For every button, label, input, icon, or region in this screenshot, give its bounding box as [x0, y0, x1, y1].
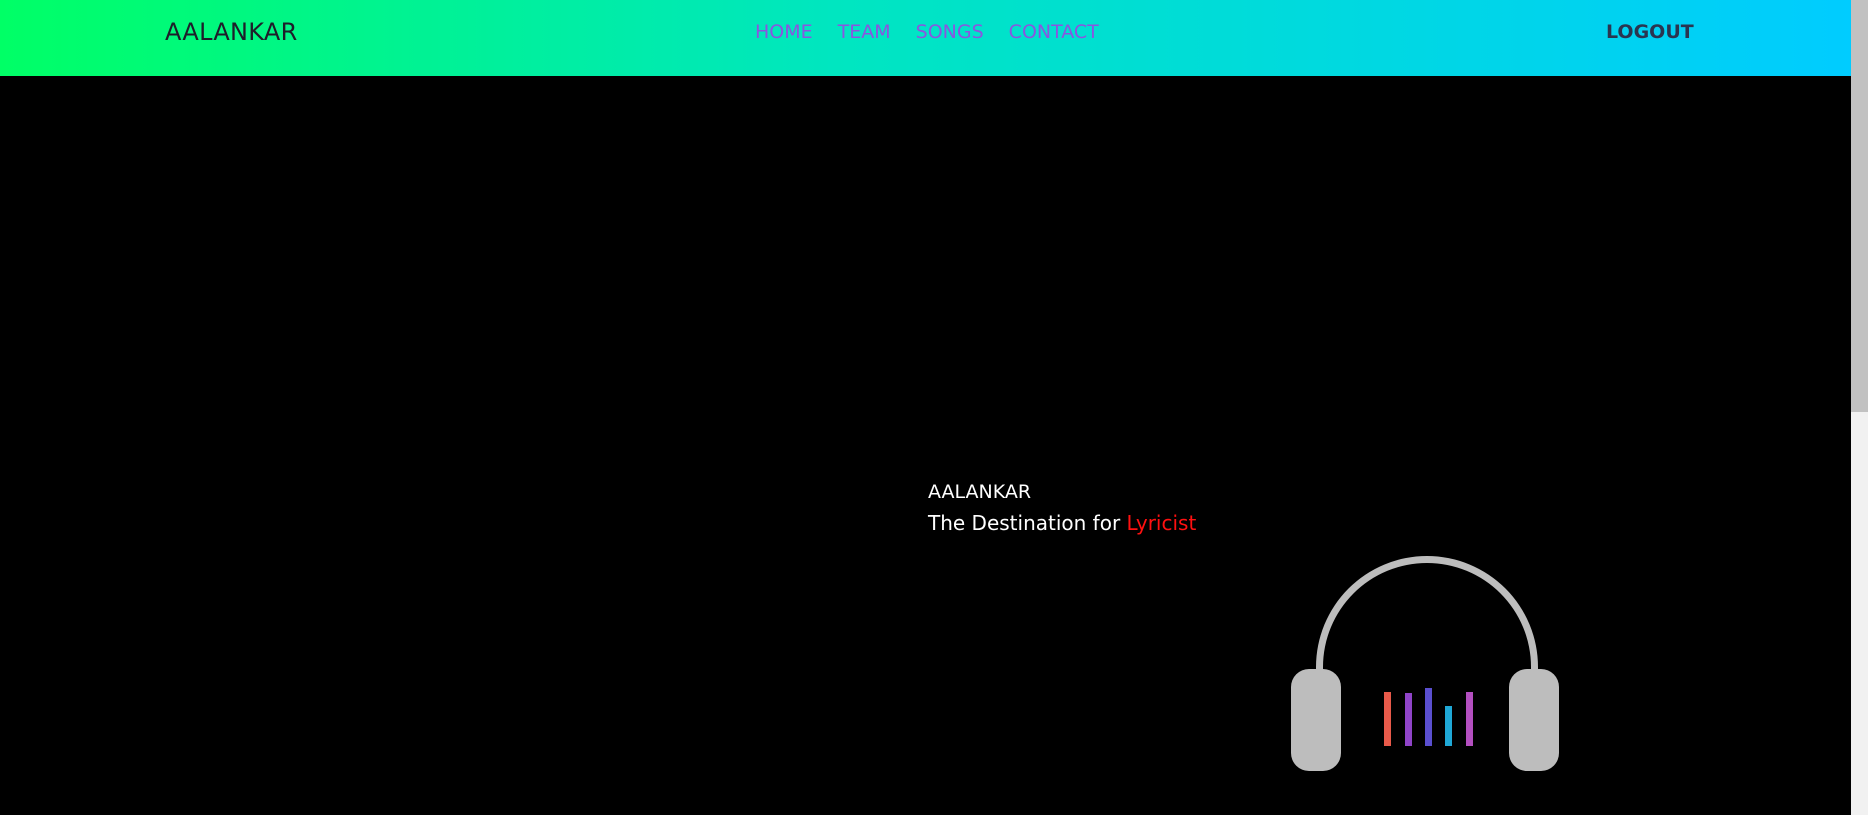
brand-logo[interactable]: AALANKAR: [165, 18, 298, 46]
nav-link-songs[interactable]: SONGS: [916, 21, 984, 43]
nav-links: HOME TEAM SONGS CONTACT: [755, 21, 1099, 43]
hero-tagline-prefix: The Destination for: [928, 511, 1127, 535]
equalizer-bar: [1445, 706, 1452, 746]
page-scrollbar[interactable]: [1851, 0, 1868, 815]
nav-link-team[interactable]: TEAM: [838, 21, 891, 43]
equalizer-bar: [1405, 693, 1412, 746]
headphones-equalizer-icon: [1291, 556, 1559, 771]
equalizer-bar: [1466, 692, 1473, 746]
headphone-right-earcup: [1509, 669, 1559, 771]
scrollbar-thumb[interactable]: [1851, 0, 1868, 412]
nav-link-home[interactable]: HOME: [755, 21, 813, 43]
hero-tagline: The Destination for Lyricist: [928, 511, 1196, 535]
headphone-left-earcup: [1291, 669, 1341, 771]
equalizer-bar: [1384, 692, 1391, 746]
top-navbar: AALANKAR HOME TEAM SONGS CONTACT LOGOUT: [0, 0, 1851, 76]
headphone-band: [1316, 556, 1538, 682]
equalizer-bar: [1425, 688, 1432, 746]
logout-button[interactable]: LOGOUT: [1606, 21, 1694, 43]
hero-title: AALANKAR: [928, 481, 1032, 503]
nav-link-contact[interactable]: CONTACT: [1009, 21, 1099, 43]
hero-tagline-highlight: Lyricist: [1126, 511, 1197, 535]
